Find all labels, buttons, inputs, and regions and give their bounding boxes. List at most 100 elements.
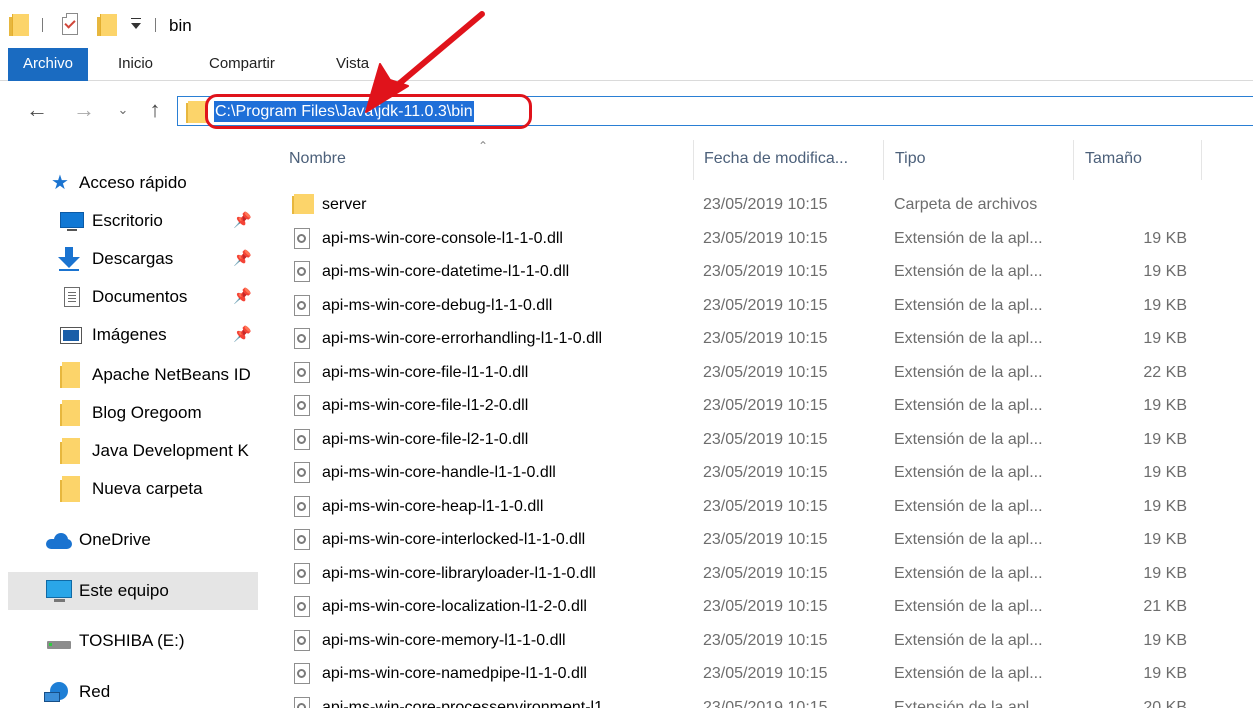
column-header-date[interactable]: Fecha de modifica... xyxy=(704,140,884,180)
file-row[interactable]: api-ms-win-core-interlocked-l1-1-0.dll 23… xyxy=(282,523,1232,556)
folder-icon xyxy=(60,438,80,464)
sidebar-item-imagenes[interactable]: Imágenes 📌 xyxy=(0,316,258,354)
file-date: 23/05/2019 10:15 xyxy=(703,397,828,414)
file-type: Carpeta de archivos xyxy=(894,196,1038,213)
file-size: 19 KB xyxy=(1143,330,1187,347)
drive-icon xyxy=(47,641,71,649)
file-row[interactable]: api-ms-win-core-errorhandling-l1-1-0.dll… xyxy=(282,322,1232,355)
dll-file-icon xyxy=(294,294,310,316)
file-type: Extensión de la apl... xyxy=(894,531,1043,548)
sidebar-item-apache-netbeans[interactable]: Apache NetBeans ID xyxy=(0,356,258,394)
sidebar-item-label: Red xyxy=(79,682,111,701)
file-date: 23/05/2019 10:15 xyxy=(703,497,828,515)
column-header-size[interactable]: Tamaño xyxy=(1085,140,1195,180)
sidebar-item-escritorio[interactable]: Escritorio 📌 xyxy=(0,202,258,240)
properties-icon[interactable] xyxy=(62,13,78,35)
back-arrow-icon[interactable]: ← xyxy=(24,94,50,128)
file-row[interactable]: api-ms-win-core-file-l1-1-0.dll 23/05/201… xyxy=(282,356,1232,389)
column-header-name[interactable]: Nombre xyxy=(289,140,689,180)
file-date: 23/05/2019 10:15 xyxy=(703,531,828,548)
title-bar: bin xyxy=(0,0,1253,48)
sidebar-item-quick-access[interactable]: ★ Acceso rápido xyxy=(0,164,258,202)
file-name: api-ms-win-core-heap-l1-1-0.dll xyxy=(322,497,544,515)
dll-file-icon xyxy=(294,261,310,282)
file-row[interactable]: api-ms-win-core-memory-l1-1-0.dll 23/05/2… xyxy=(282,624,1232,657)
computer-icon xyxy=(46,580,72,602)
customize-toolbar-icon[interactable] xyxy=(130,16,142,30)
file-row[interactable]: api-ms-win-core-processenvironment-l1 23/… xyxy=(282,691,1232,708)
sidebar-item-label: Java Development K xyxy=(92,441,249,460)
file-row[interactable]: api-ms-win-core-file-l2-1-0.dll 23/05/201… xyxy=(282,423,1232,456)
file-type: Extensión de la apl... xyxy=(894,229,1043,247)
up-arrow-icon[interactable]: ↑ xyxy=(142,94,168,128)
file-date: 23/05/2019 10:15 xyxy=(703,430,828,448)
file-date: 23/05/2019 10:15 xyxy=(703,330,828,347)
file-row[interactable]: api-ms-win-core-localization-l1-2-0.dll 2… xyxy=(282,590,1232,623)
column-divider[interactable] xyxy=(1073,140,1074,180)
dll-file-icon xyxy=(294,328,310,349)
ribbon-tabs: Archivo Inicio Compartir Vista xyxy=(0,48,1253,81)
column-divider[interactable] xyxy=(1201,140,1202,180)
pin-icon: 📌 xyxy=(233,250,252,267)
file-type: Extensión de la apl... xyxy=(894,631,1043,649)
file-row[interactable]: api-ms-win-core-console-l1-1-0.dll 23/05/… xyxy=(282,222,1232,255)
file-row[interactable]: api-ms-win-core-file-l1-2-0.dll 23/05/201… xyxy=(282,389,1232,422)
file-date: 23/05/2019 10:15 xyxy=(703,229,828,247)
file-row[interactable]: server 23/05/2019 10:15 Carpeta de archivo… xyxy=(282,188,1232,221)
file-size: 19 KB xyxy=(1143,263,1187,280)
file-name: api-ms-win-core-handle-l1-1-0.dll xyxy=(322,464,556,481)
file-size: 19 KB xyxy=(1143,665,1187,682)
annotation-highlight xyxy=(205,94,532,129)
file-row[interactable]: api-ms-win-core-handle-l1-1-0.dll 23/05/2… xyxy=(282,456,1232,489)
pin-icon: 📌 xyxy=(233,288,252,305)
sidebar-item-label: Este equipo xyxy=(79,581,169,600)
new-folder-icon[interactable] xyxy=(97,14,117,36)
column-divider[interactable] xyxy=(883,140,884,180)
file-size: 19 KB xyxy=(1143,430,1187,448)
folder-icon xyxy=(9,14,29,36)
network-icon xyxy=(44,682,70,702)
column-headers: Nombre Fecha de modifica... Tipo Tamaño xyxy=(258,140,1253,180)
file-name: api-ms-win-core-interlocked-l1-1-0.dll xyxy=(322,531,586,548)
file-date: 23/05/2019 10:15 xyxy=(703,598,828,615)
file-row[interactable]: api-ms-win-core-libraryloader-l1-1-0.dll… xyxy=(282,557,1232,590)
sidebar-item-documentos[interactable]: Documentos 📌 xyxy=(0,278,258,316)
file-row[interactable]: api-ms-win-core-heap-l1-1-0.dll 23/05/201… xyxy=(282,490,1232,523)
file-name: api-ms-win-core-libraryloader-l1-1-0.dll xyxy=(322,564,596,582)
file-type: Extensión de la apl... xyxy=(894,564,1043,582)
desktop-icon xyxy=(60,212,84,231)
column-divider[interactable] xyxy=(693,140,694,180)
tab-compartir[interactable]: Compartir xyxy=(209,48,275,81)
file-name: api-ms-win-core-processenvironment-l1 xyxy=(322,698,603,708)
forward-arrow-icon[interactable]: → xyxy=(71,94,97,128)
file-row[interactable]: api-ms-win-core-namedpipe-l1-1-0.dll 23/0… xyxy=(282,657,1232,690)
file-row[interactable]: api-ms-win-core-debug-l1-1-0.dll 23/05/20… xyxy=(282,289,1232,322)
sidebar-item-este-equipo[interactable]: Este equipo xyxy=(8,572,258,610)
sidebar-item-red[interactable]: Red xyxy=(0,673,258,708)
sidebar-item-blog-oregoom[interactable]: Blog Oregoom xyxy=(0,394,258,432)
pin-icon: 📌 xyxy=(233,212,252,229)
sidebar-item-toshiba[interactable]: TOSHIBA (E:) xyxy=(0,622,258,660)
file-name: api-ms-win-core-localization-l1-2-0.dll xyxy=(322,598,587,615)
file-size: 19 KB xyxy=(1143,296,1187,314)
file-type: Extensión de la apl... xyxy=(894,497,1043,515)
recent-locations-chevron-icon[interactable]: ⌄ xyxy=(110,94,136,128)
file-type: Extensión de la apl... xyxy=(894,263,1043,280)
folder-icon xyxy=(292,194,314,214)
star-icon: ★ xyxy=(51,172,69,194)
column-header-type[interactable]: Tipo xyxy=(895,140,1075,180)
file-row[interactable]: api-ms-win-core-datetime-l1-1-0.dll 23/05… xyxy=(282,255,1232,288)
sidebar-item-java-development-kit[interactable]: Java Development K xyxy=(0,432,258,470)
file-type: Extensión de la apl... xyxy=(894,397,1043,414)
file-name: api-ms-win-core-file-l1-1-0.dll xyxy=(322,363,529,381)
dll-file-icon xyxy=(294,596,310,617)
tab-inicio[interactable]: Inicio xyxy=(118,48,153,81)
sidebar-item-nueva-carpeta[interactable]: Nueva carpeta xyxy=(0,470,258,508)
file-type: Extensión de la apl... xyxy=(894,430,1043,448)
file-size: 21 KB xyxy=(1143,598,1187,615)
tab-archivo[interactable]: Archivo xyxy=(8,48,88,81)
sidebar-item-onedrive[interactable]: OneDrive xyxy=(0,521,258,559)
sidebar-item-descargas[interactable]: Descargas 📌 xyxy=(0,240,258,278)
tab-vista[interactable]: Vista xyxy=(336,48,369,81)
navigation-pane: ★ Acceso rápido Escritorio 📌 Descargas 📌… xyxy=(0,146,258,708)
